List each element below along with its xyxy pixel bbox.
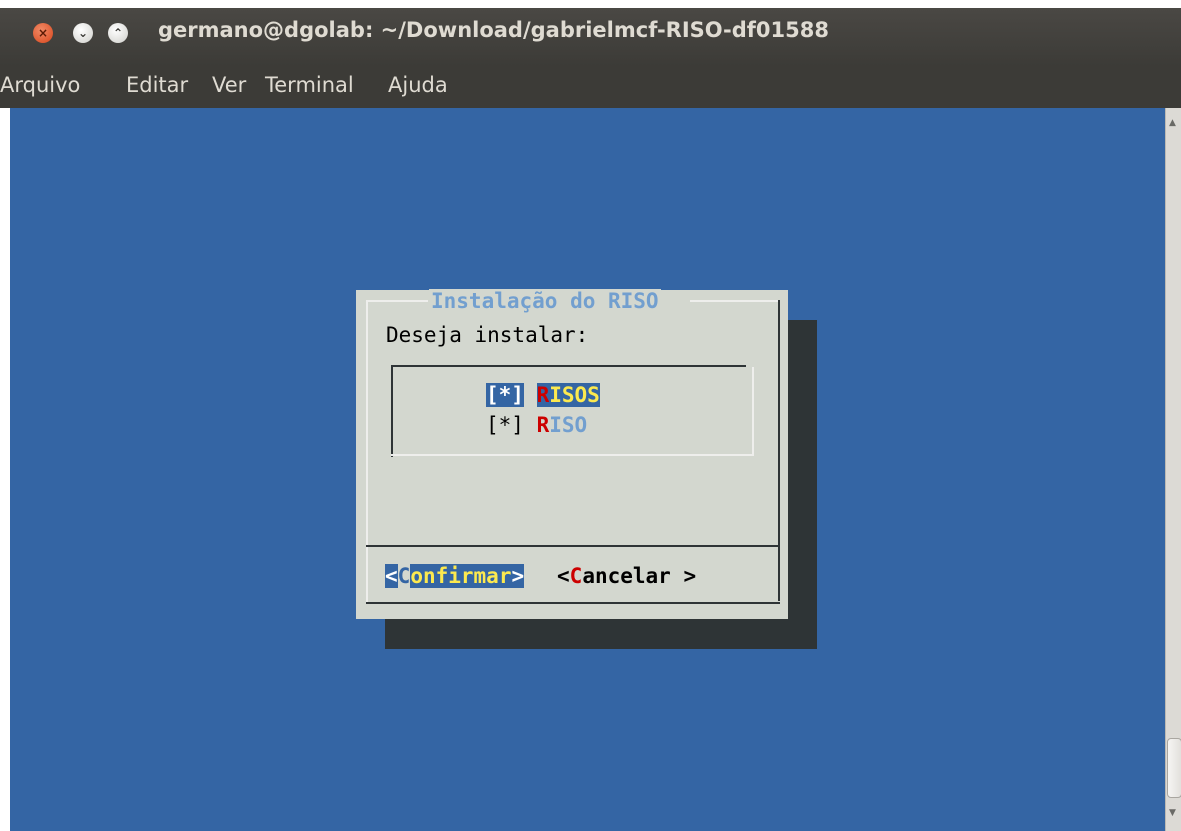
confirm-open-bracket: < xyxy=(385,564,398,588)
menu-terminal[interactable]: Terminal xyxy=(265,73,354,97)
confirm-close-bracket: > xyxy=(511,564,525,588)
scroll-up-arrow-icon[interactable]: ▲ xyxy=(1169,118,1176,128)
list-border-right xyxy=(752,367,754,456)
window-title: germano@dgolab: ~/Download/gabrielmcf-RI… xyxy=(158,18,829,42)
dialog-title: Instalação do RISO xyxy=(429,289,661,313)
dialog-border-top-left xyxy=(366,300,428,302)
option-risos[interactable]: [*] RISOS xyxy=(486,382,600,408)
option-riso-checkbox[interactable]: [*] xyxy=(486,413,524,437)
confirm-label: onfirmar xyxy=(410,564,512,588)
menu-editar[interactable]: Editar xyxy=(126,73,188,97)
confirm-button[interactable]: <Confirmar> xyxy=(385,562,525,590)
menu-bar: Arquivo Editar Ver Terminal Ajuda xyxy=(0,66,1181,108)
menu-ajuda[interactable]: Ajuda xyxy=(388,73,448,97)
cancel-close-bracket: > xyxy=(670,564,697,588)
dialog-border-right xyxy=(778,300,780,601)
cancel-open-bracket: < xyxy=(557,564,570,588)
menu-arquivo[interactable]: Arquivo xyxy=(0,73,80,97)
confirm-hotkey: C xyxy=(397,564,411,588)
terminal-scrollbar[interactable]: ▲ ▼ xyxy=(1165,108,1181,831)
dialog-prompt: Deseja instalar: xyxy=(386,323,589,347)
list-border-left xyxy=(391,365,393,457)
list-border-top xyxy=(391,365,746,367)
option-riso-hotkey: R xyxy=(536,413,550,437)
cancel-button[interactable]: <Cancelar > xyxy=(557,562,696,590)
dialog-border-left xyxy=(366,300,368,603)
option-risos-checkbox[interactable]: [*] xyxy=(486,383,524,407)
minimize-window-button[interactable]: ⌄ xyxy=(73,23,93,43)
menu-ver[interactable]: Ver xyxy=(212,73,246,97)
scrollbar-thumb[interactable] xyxy=(1167,738,1181,798)
option-risos-hotkey: R xyxy=(536,383,550,407)
cancel-hotkey: C xyxy=(569,564,583,588)
dialog-border-top-right xyxy=(690,300,778,302)
option-riso-label: ISO xyxy=(549,413,588,437)
maximize-window-button[interactable]: ⌃ xyxy=(108,23,128,43)
dialog-border-bottom xyxy=(366,602,780,604)
option-riso[interactable]: [*] RISO xyxy=(486,412,587,438)
dialog-separator xyxy=(366,545,780,547)
scroll-down-arrow-icon[interactable]: ▼ xyxy=(1169,808,1176,818)
cancel-label: ancelar xyxy=(582,564,671,588)
list-border-bottom xyxy=(391,454,753,456)
close-window-button[interactable]: × xyxy=(33,23,53,43)
option-risos-label: ISOS xyxy=(549,383,600,407)
